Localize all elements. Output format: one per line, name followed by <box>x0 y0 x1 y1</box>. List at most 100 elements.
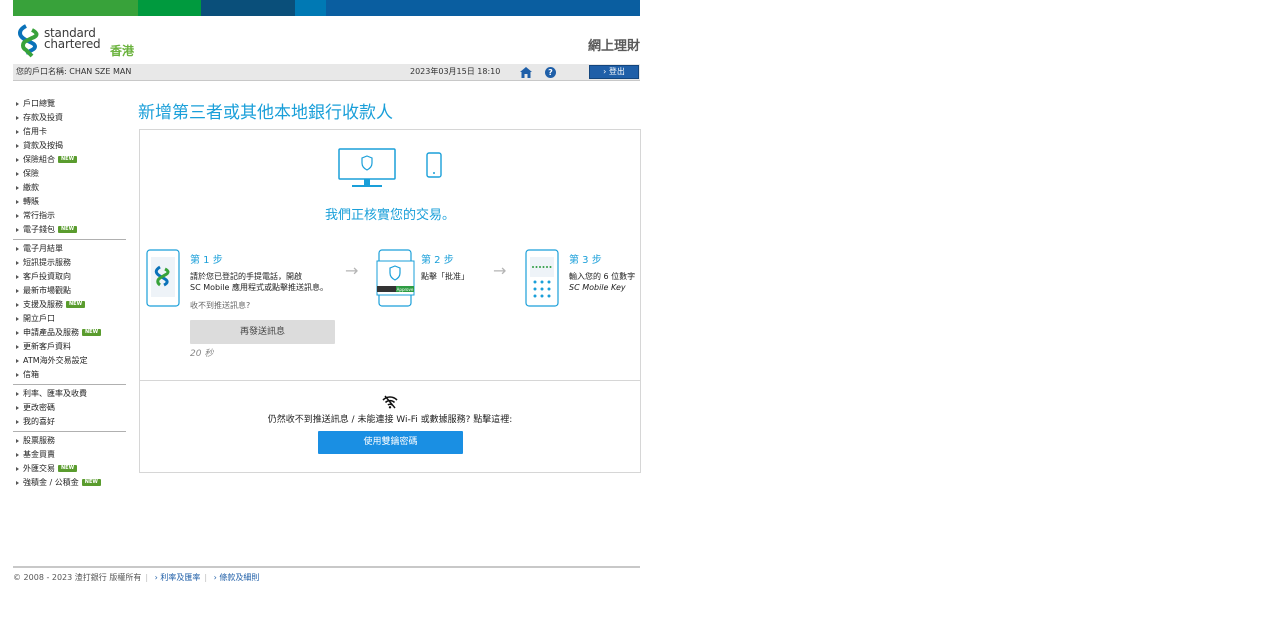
sidebar-item[interactable]: 開立戶口 <box>13 312 126 326</box>
page-title: 新增第三者或其他本地銀行收款人 <box>138 103 393 123</box>
copyright: © 2008 - 2023 渣打銀行 版權所有 <box>13 573 142 582</box>
footer: © 2008 - 2023 渣打銀行 版權所有 | › 利率及匯率 | › 條款及細… <box>13 566 640 584</box>
sidebar-item[interactable]: 常行指示 <box>13 209 126 223</box>
new-badge: NEW <box>58 156 78 163</box>
step-3-desc: 輸入您的 6 位數字 SC Mobile Key <box>569 272 636 292</box>
arrow-right-icon: → <box>493 261 507 280</box>
verify-message: 我們正核實您的交易。 <box>324 208 455 223</box>
sidebar-item-label: 常行指示 <box>23 211 55 220</box>
logo-text: standard chartered <box>44 26 101 51</box>
page: standard chartered 香港 網上理財 您的戶口名稱: CHAN … <box>13 0 641 624</box>
sidebar-item[interactable]: 短訊提示服務 <box>13 256 126 270</box>
sidebar-item-label: 申請產品及服務 <box>23 328 79 337</box>
not-received-text: 收不到推送訊息? <box>190 301 251 310</box>
help-icon[interactable]: ? <box>545 67 556 78</box>
sidebar-item[interactable]: 電子月結單 <box>13 242 126 256</box>
step-3-title: 第 3 步 <box>569 255 602 266</box>
step-1-desc: 請於您已登記的手提電話，開啟 SC Mobile 應用程式或點擊推送訊息。 <box>190 272 328 292</box>
sidebar-nav: 戶口總覽 存款及投資 信用卡 貸款及按揭 保險組合 NEW 保險 繳款 轉賬 常行指示 電子錢包 NE… <box>13 97 126 494</box>
sidebar-item[interactable]: 電子錢包 NEW <box>13 223 126 237</box>
new-badge: NEW <box>58 465 78 472</box>
sidebar-item-label: 基金買賣 <box>23 450 55 459</box>
sidebar-item-label: 外匯交易 <box>23 464 55 473</box>
sidebar-item-label: 戶口總覽 <box>23 99 55 108</box>
step-1: 第 1 步 請於您已登記的手提電話，開啟 SC Mobile 應用程式或點擊推送… <box>190 251 350 293</box>
arrow-right-icon: → <box>345 261 359 280</box>
sidebar-item[interactable]: 更改密碼 <box>13 401 126 415</box>
new-badge: NEW <box>58 226 78 233</box>
footer-link-rates[interactable]: › 利率及匯率 <box>155 573 201 582</box>
region-label: 香港 <box>110 44 135 58</box>
sidebar-group: 利率、匯率及收費更改密碼我的喜好 <box>13 387 126 432</box>
sidebar-item[interactable]: ATM海外交易設定 <box>13 354 126 368</box>
sidebar-item-label: 利率、匯率及收費 <box>23 389 87 398</box>
sidebar-item-label: 強積金 / 公積金 <box>23 478 79 487</box>
sidebar-item[interactable]: 申請產品及服務 NEW <box>13 326 126 340</box>
sidebar-item[interactable]: 保險 <box>13 167 126 181</box>
account-bar: 您的戶口名稱: CHAN SZE MAN 2023年03月15日 18:10 ?… <box>13 64 640 81</box>
sidebar-item-label: 我的喜好 <box>23 417 55 426</box>
phone-sc-logo-icon <box>146 249 180 307</box>
sidebar-item-label: 支援及服務 <box>23 300 63 309</box>
phone-keypad-icon <box>525 249 559 307</box>
sidebar-item-label: 更新客戶資料 <box>23 342 71 351</box>
sidebar-item[interactable]: 外匯交易 NEW <box>13 462 126 476</box>
countdown-timer: 20 秒 <box>190 349 214 359</box>
sidebar-item-label: 最新市場觀點 <box>23 286 71 295</box>
sidebar-group: 戶口總覽 存款及投資 信用卡 貸款及按揭 保險組合 NEW 保險 繳款 轉賬 常行指示 電子錢包 NE… <box>13 97 126 240</box>
sidebar-item[interactable]: 利率、匯率及收費 <box>13 387 126 401</box>
section-title: 網上理財 <box>587 39 640 54</box>
sidebar-item[interactable]: 更新客戶資料 <box>13 340 126 354</box>
sidebar-item[interactable]: 客戶投資取向 <box>13 270 126 284</box>
no-wifi-icon <box>382 395 398 409</box>
sidebar-item-label: 電子錢包 <box>23 225 55 234</box>
sidebar-item-label: ATM海外交易設定 <box>23 356 88 365</box>
sidebar-item-label: 開立戶口 <box>23 314 55 323</box>
phone-icon <box>426 152 442 178</box>
sidebar-item[interactable]: 最新市場觀點 <box>13 284 126 298</box>
logout-button[interactable]: › 登出 <box>589 65 639 79</box>
approve-label: Approve <box>396 287 414 292</box>
sidebar-item-label: 信箱 <box>23 370 39 379</box>
divider <box>140 380 640 381</box>
sidebar-item-label: 股票服務 <box>23 436 55 445</box>
sidebar-item-label: 轉賬 <box>23 197 39 206</box>
sidebar-group: 電子月結單 短訊提示服務 客戶投資取向 最新市場觀點 支援及服務 NEW 開立戶口 申請產品及… <box>13 242 126 385</box>
sidebar-item-label: 貸款及按揭 <box>23 141 63 150</box>
sidebar-item[interactable]: 貸款及按揭 <box>13 139 126 153</box>
sidebar-item[interactable]: 轉賬 <box>13 195 126 209</box>
sidebar-group: 股票服務 基金買賣 外匯交易 NEW 強積金 / 公積金 NEW <box>13 434 126 492</box>
verification-panel: 我們正核實您的交易。 第 1 步 請於您已登記的手提電話，開啟 SC Mobil… <box>139 129 641 473</box>
use-otp-button[interactable]: 使用雙鑰密碼 <box>318 431 463 454</box>
sidebar-item[interactable]: 信箱 <box>13 368 126 382</box>
step-1-title: 第 1 步 <box>190 255 223 266</box>
sidebar-item[interactable]: 保險組合 NEW <box>13 153 126 167</box>
footer-link-terms[interactable]: › 條款及細則 <box>214 573 260 582</box>
new-badge: NEW <box>66 301 86 308</box>
sidebar-item[interactable]: 信用卡 <box>13 125 126 139</box>
sidebar-item[interactable]: 基金買賣 <box>13 448 126 462</box>
sidebar-item[interactable]: 繳款 <box>13 181 126 195</box>
sidebar-item-label: 保險 <box>23 169 39 178</box>
sidebar-item[interactable]: 強積金 / 公積金 NEW <box>13 476 126 490</box>
sidebar-item-label: 保險組合 <box>23 155 55 164</box>
home-icon[interactable] <box>520 67 532 78</box>
sidebar-item-label: 短訊提示服務 <box>23 258 71 267</box>
sidebar-item-label: 存款及投資 <box>23 113 63 122</box>
sidebar-item-label: 信用卡 <box>23 127 47 136</box>
sidebar-item[interactable]: 股票服務 <box>13 434 126 448</box>
monitor-icon <box>338 148 396 187</box>
resend-button[interactable]: 再發送訊息 <box>190 320 335 344</box>
sidebar-item[interactable]: 支援及服務 NEW <box>13 298 126 312</box>
new-badge: NEW <box>81 479 101 486</box>
sidebar-item[interactable]: 存款及投資 <box>13 111 126 125</box>
account-name: 您的戶口名稱: CHAN SZE MAN <box>16 67 132 76</box>
sidebar-item[interactable]: 我的喜好 <box>13 415 126 429</box>
sidebar-item[interactable]: 戶口總覽 <box>13 97 126 111</box>
sidebar-item-label: 繳款 <box>23 183 39 192</box>
sidebar-item-label: 客戶投資取向 <box>23 272 71 281</box>
fallback-message: 仍然收不到推送訊息 / 未能連接 Wi-Fi 或數據服務? 點擊這裡: <box>267 415 513 425</box>
login-datetime: 2023年03月15日 18:10 <box>410 67 501 76</box>
phone-approve-icon <box>376 249 415 307</box>
top-color-band <box>13 0 640 16</box>
